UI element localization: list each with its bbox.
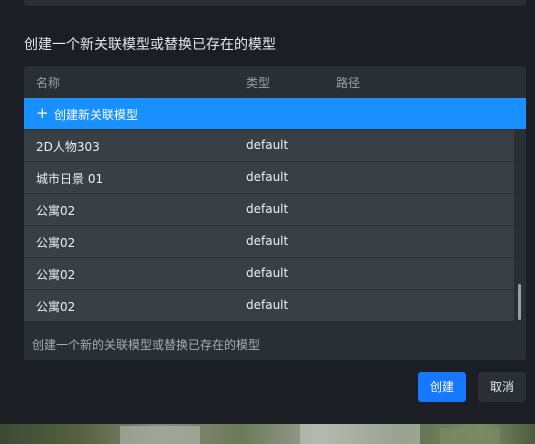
row-type: default <box>246 170 289 184</box>
scrollbar-thumb[interactable] <box>518 284 521 320</box>
top-input-edge[interactable] <box>24 0 526 6</box>
table-body: 2D人物303 default 城市日景 01 default 公寓02 def… <box>24 130 514 322</box>
row-name: 公寓02 <box>36 300 76 314</box>
table-header: 名称 类型 路径 <box>24 66 526 98</box>
table-scrollbar[interactable] <box>514 130 526 322</box>
row-type: default <box>246 298 289 312</box>
background-scene-image <box>0 424 535 444</box>
column-header-name[interactable]: 名称 <box>36 74 60 91</box>
create-button[interactable]: 创建 <box>418 372 466 402</box>
create-association-dialog: 创建一个新关联模型或替换已存在的模型 名称 类型 路径 + 创建新关联模型 2D… <box>0 0 535 424</box>
dialog-hint: 创建一个新的关联模型或替换已存在的模型 <box>32 338 261 352</box>
dialog-title: 创建一个新关联模型或替换已存在的模型 <box>24 37 276 53</box>
row-name: 2D人物303 <box>36 140 100 154</box>
create-new-association-row[interactable]: + 创建新关联模型 <box>24 98 526 129</box>
table-row[interactable]: 公寓02 default <box>24 194 514 225</box>
cancel-button[interactable]: 取消 <box>478 372 526 402</box>
table-row[interactable]: 公寓02 default <box>24 290 514 321</box>
model-table: 名称 类型 路径 + 创建新关联模型 2D人物303 default 城市日景 … <box>24 66 526 360</box>
row-type: default <box>246 138 289 152</box>
plus-icon: + <box>36 104 49 122</box>
table-row[interactable]: 公寓02 default <box>24 226 514 257</box>
row-type: default <box>246 234 289 248</box>
column-header-path[interactable]: 路径 <box>336 74 360 91</box>
row-name: 公寓02 <box>36 204 76 218</box>
row-type: default <box>246 202 289 216</box>
row-name: 城市日景 01 <box>36 172 104 186</box>
column-header-type[interactable]: 类型 <box>246 74 270 91</box>
table-row[interactable]: 城市日景 01 default <box>24 162 514 193</box>
table-row[interactable]: 2D人物303 default <box>24 130 514 161</box>
row-name: 公寓02 <box>36 236 76 250</box>
row-type: default <box>246 266 289 280</box>
table-row[interactable]: 公寓02 default <box>24 258 514 289</box>
row-name: 公寓02 <box>36 268 76 282</box>
create-new-association-label: 创建新关联模型 <box>54 108 139 122</box>
